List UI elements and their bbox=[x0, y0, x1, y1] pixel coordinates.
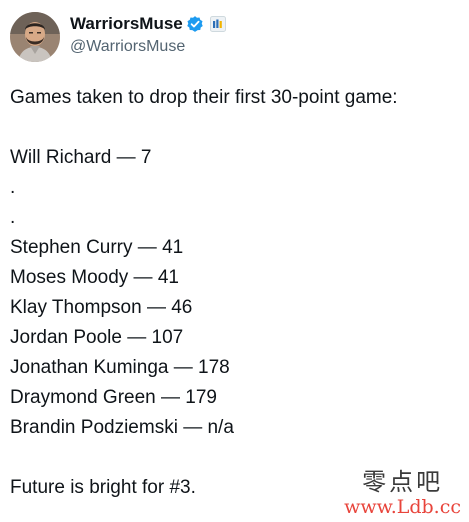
list-item: Draymond Green — 179 bbox=[10, 387, 217, 408]
watermark: 零点吧 www.Ldb.cc bbox=[344, 468, 461, 518]
author-handle[interactable]: @WarriorsMuse bbox=[70, 38, 185, 56]
list-item: Brandin Podziemski — n/a bbox=[10, 417, 234, 438]
verified-badge-icon bbox=[186, 15, 204, 33]
tweet-intro: Games taken to drop their first 30-point… bbox=[10, 87, 398, 108]
separator-dot: . bbox=[10, 177, 16, 198]
watermark-url: www.Ldb.cc bbox=[344, 496, 461, 518]
user-avatar-icon bbox=[10, 12, 60, 62]
affiliate-badge-icon[interactable] bbox=[209, 16, 226, 32]
list-item: Jordan Poole — 107 bbox=[10, 327, 184, 348]
avatar[interactable] bbox=[10, 12, 60, 62]
separator-dot: . bbox=[10, 207, 16, 228]
watermark-chinese: 零点吧 bbox=[362, 468, 444, 496]
list-item: Stephen Curry — 41 bbox=[10, 237, 184, 258]
tweet-body: Games taken to drop their first 30-point… bbox=[10, 83, 460, 503]
list-item: Klay Thompson — 46 bbox=[10, 297, 193, 318]
tweet-highlight: Will Richard — 7 bbox=[10, 147, 152, 168]
author-display-name[interactable]: WarriorsMuse bbox=[70, 14, 183, 34]
author-name-row: WarriorsMuse bbox=[70, 12, 226, 36]
list-item: Jonathan Kuminga — 178 bbox=[10, 357, 230, 378]
list-item: Moses Moody — 41 bbox=[10, 267, 179, 288]
